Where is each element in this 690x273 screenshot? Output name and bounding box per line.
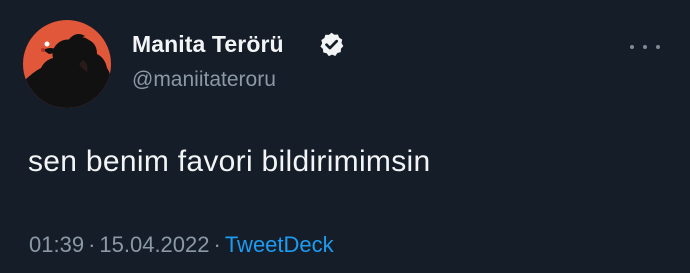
tweet-date[interactable]: 15.04.2022: [99, 232, 209, 257]
tweet-source-link[interactable]: TweetDeck: [225, 232, 334, 257]
meta-separator: ·: [88, 232, 96, 257]
anime-silhouette-avatar-icon: [23, 20, 111, 108]
tweet-text: sen benim favori bildirimimsin: [28, 145, 431, 178]
more-dot: [656, 45, 660, 49]
meta-separator: ·: [213, 232, 221, 257]
more-options-icon[interactable]: [630, 42, 660, 52]
verified-badge-icon: [318, 31, 345, 58]
tweet-card: Manita Terörü @maniitateroru sen benim f…: [0, 0, 690, 273]
tweet-time[interactable]: 01:39: [29, 232, 84, 257]
user-handle[interactable]: @maniitateroru: [132, 68, 276, 92]
more-dot: [643, 45, 647, 49]
tweet-meta: 01:39 · 15.04.2022 · TweetDeck: [29, 232, 334, 258]
display-name[interactable]: Manita Terörü: [132, 31, 284, 58]
more-dot: [630, 45, 634, 49]
avatar[interactable]: [23, 20, 111, 108]
